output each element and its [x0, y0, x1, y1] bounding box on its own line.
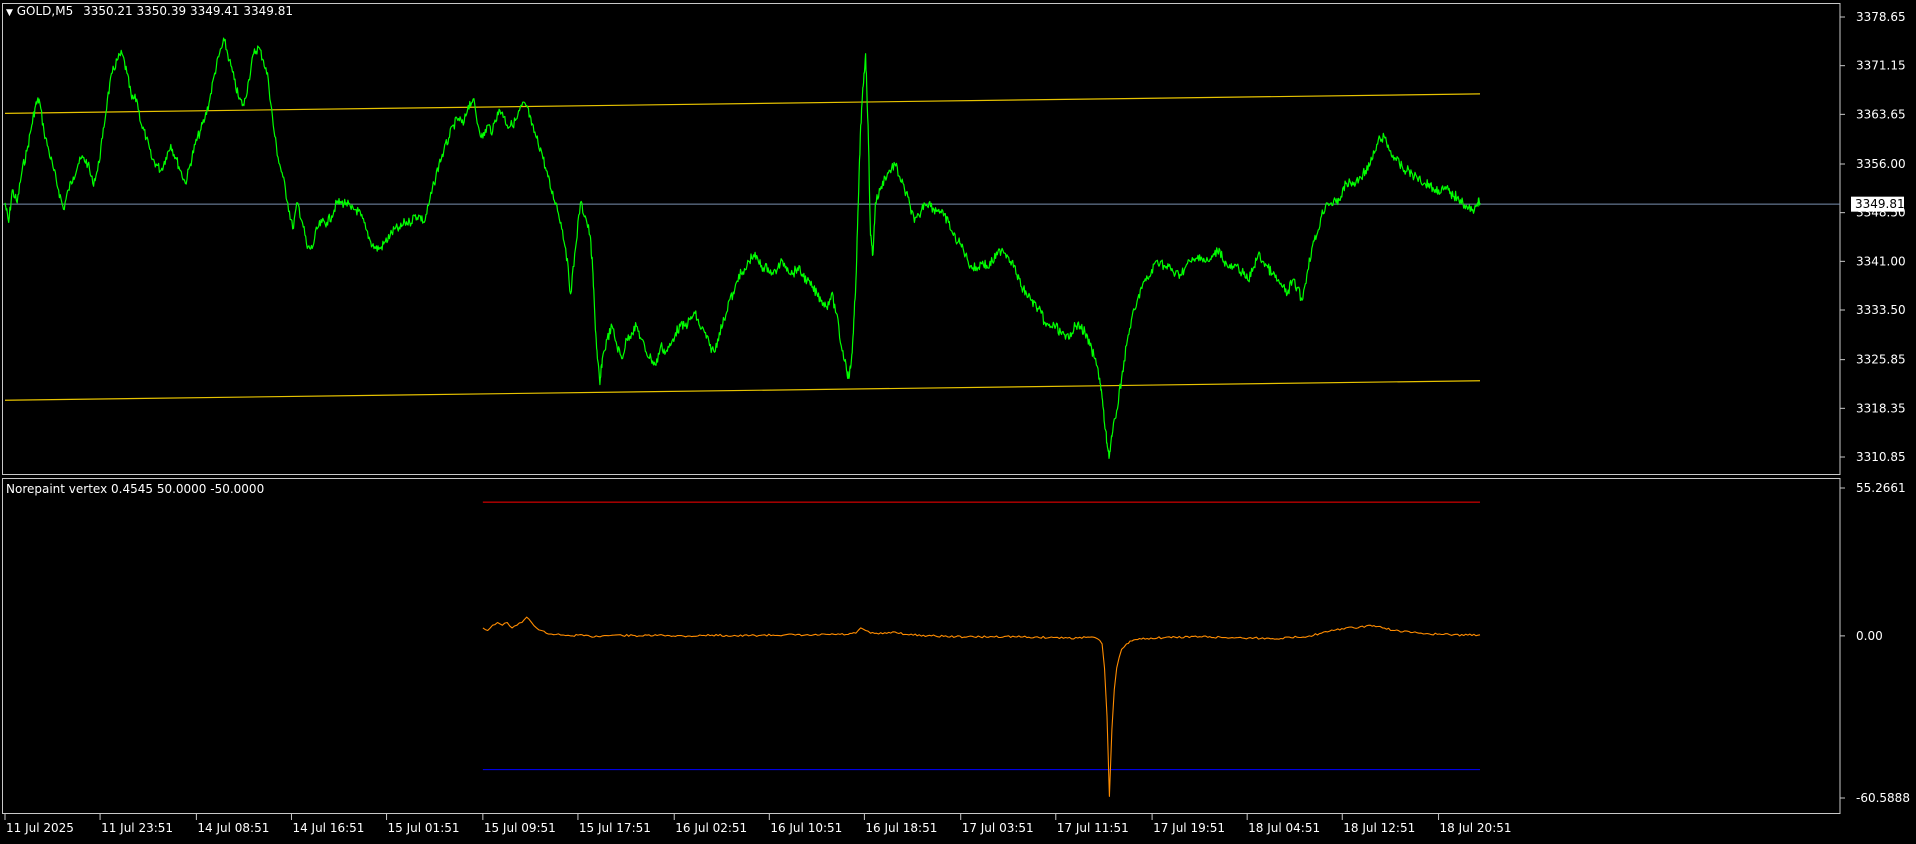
x-tick-label: 17 Jul 19:51: [1153, 821, 1225, 835]
y-tick-label: 3333.50: [1856, 303, 1906, 317]
x-tick-label: 18 Jul 20:51: [1440, 821, 1512, 835]
x-tick-label: 16 Jul 02:51: [675, 821, 747, 835]
symbol-label: GOLD,M5: [16, 4, 74, 18]
symbol-header: ▼ GOLD,M5 3350.21 3350.39 3349.41 3349.8…: [6, 4, 293, 18]
x-tick-label: 16 Jul 18:51: [865, 821, 937, 835]
x-tick-label: 11 Jul 2025: [6, 821, 74, 835]
x-tick-label: 18 Jul 04:51: [1248, 821, 1320, 835]
y-tick-label: 3325.85: [1856, 353, 1906, 367]
y-tick-label: 3371.15: [1856, 59, 1906, 73]
x-tick-label: 17 Jul 11:51: [1057, 821, 1129, 835]
indicator-header: Norepaint vertex 0.4545 50.0000 -50.0000: [6, 482, 264, 496]
x-tick-label: 18 Jul 12:51: [1343, 821, 1415, 835]
y-tick-label: 3356.00: [1856, 157, 1906, 171]
indicator-y-tick-label: 0.00: [1856, 629, 1883, 643]
y-tick-label: 3363.65: [1856, 107, 1906, 121]
x-tick-label: 15 Jul 09:51: [484, 821, 556, 835]
collapse-triangle-icon[interactable]: ▼: [6, 8, 13, 18]
indicator-title: Norepaint vertex 0.4545 50.0000 -50.0000: [6, 482, 265, 496]
x-tick-label: 15 Jul 01:51: [388, 821, 460, 835]
x-tick-label: 11 Jul 23:51: [101, 821, 173, 835]
y-tick-label: 3318.35: [1856, 401, 1906, 415]
x-tick-label: 14 Jul 16:51: [292, 821, 364, 835]
indicator-y-tick-label: 55.2661: [1856, 481, 1906, 495]
x-tick-label: 17 Jul 03:51: [962, 821, 1034, 835]
chart-canvas[interactable]: 3378.653371.153363.653356.003348.503341.…: [0, 0, 1916, 840]
y-tick-label: 3341.00: [1856, 254, 1906, 268]
y-tick-label: 3378.65: [1856, 10, 1906, 24]
bid-price-badge: 3349.81: [1851, 196, 1905, 212]
x-tick-label: 15 Jul 17:51: [579, 821, 651, 835]
x-tick-label: 16 Jul 10:51: [770, 821, 842, 835]
y-tick-label: 3310.85: [1856, 450, 1906, 464]
bid-price-label: 3349.81: [1855, 197, 1905, 211]
trading-chart[interactable]: 3378.65 3371.15 3363.65 3356.00 3348.50 3341.…: [0, 0, 1916, 840]
ohlc-values: 3350.21 3350.39 3349.41 3349.81: [83, 4, 293, 18]
indicator-y-tick-label: -60.5888: [1856, 791, 1910, 805]
x-tick-label: 14 Jul 08:51: [197, 821, 269, 835]
